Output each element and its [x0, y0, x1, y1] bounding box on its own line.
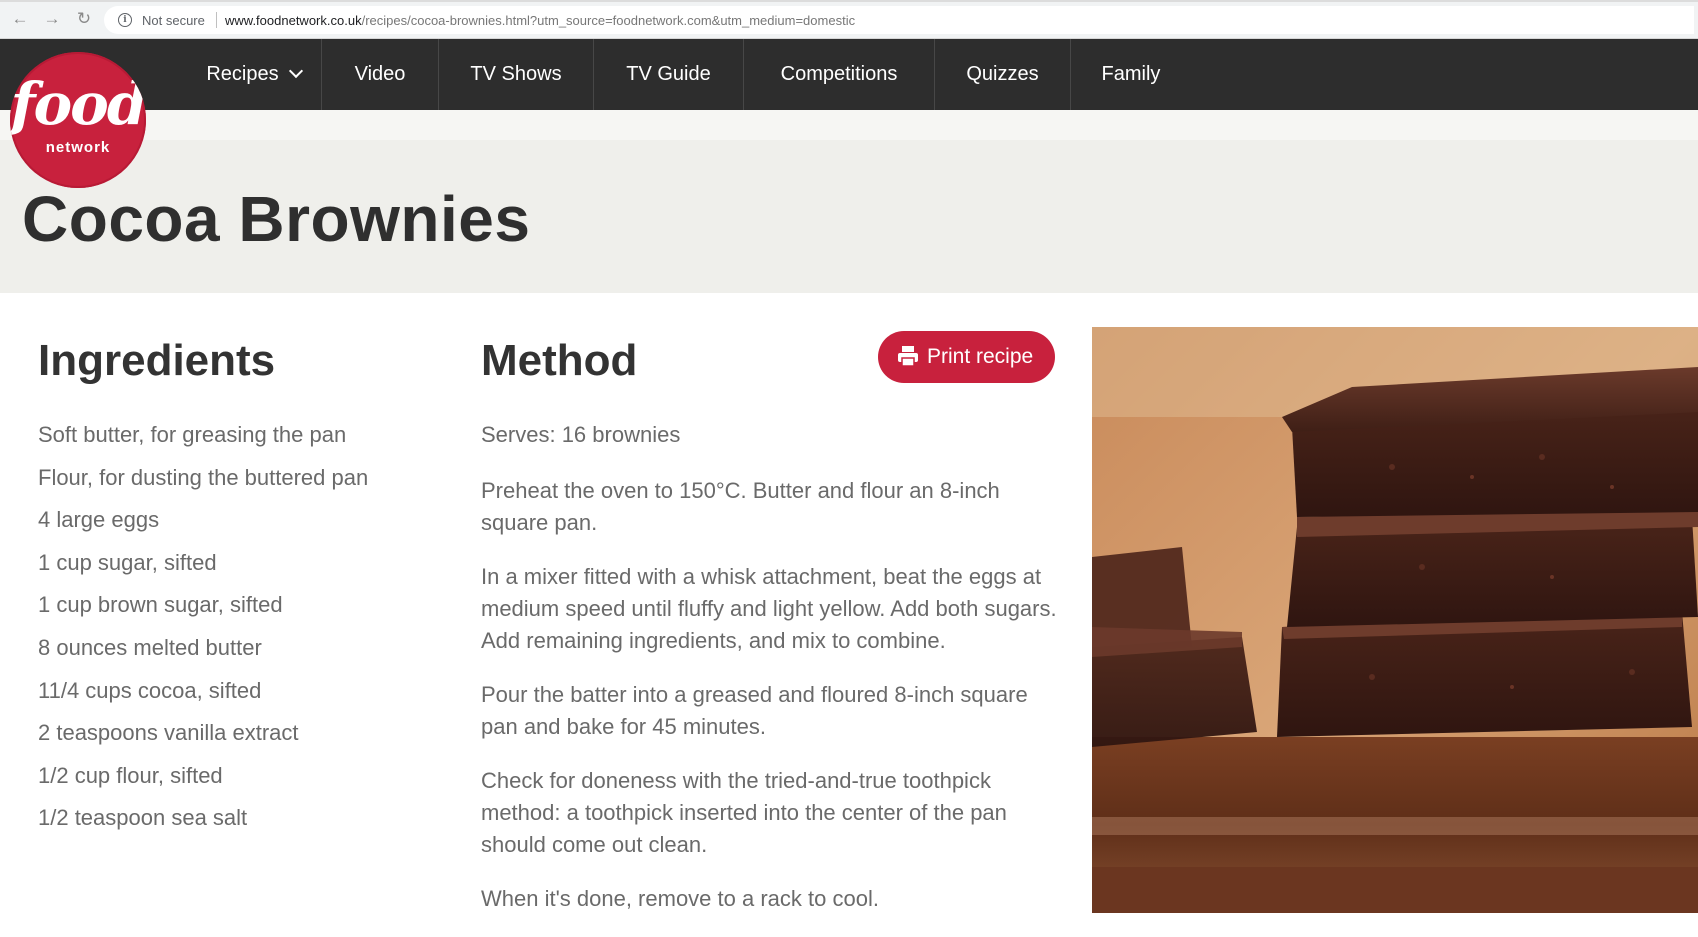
- nav-label: Recipes: [206, 63, 279, 85]
- ingredient-item: 1/2 cup flour, sifted: [38, 762, 223, 788]
- security-label: Not secure: [142, 13, 205, 28]
- brownies-photo: [1092, 327, 1698, 913]
- ingredient-item: 1/2 teaspoon sea salt: [38, 805, 248, 831]
- main-navigation: Recipes Video TV Shows TV Guide Competit…: [0, 39, 1698, 110]
- page-title: Cocoa Brownies: [22, 183, 531, 255]
- browser-toolbar: ← → ↻ i Not secure www.foodnetwork.co.uk…: [0, 0, 1698, 39]
- nav-item-tv-shows[interactable]: TV Shows: [439, 39, 593, 110]
- brownies-illustration: [1092, 327, 1698, 913]
- method-steps: Serves: 16 brownies Preheat the oven to …: [481, 421, 1061, 937]
- nav-item-tv-guide[interactable]: TV Guide: [594, 39, 743, 110]
- tab-strip-edge: [0, 0, 1698, 2]
- url-path: /recipes/cocoa-brownies.html?utm_source=…: [361, 13, 856, 28]
- method-step: Pour the batter into a greased and flour…: [481, 682, 1028, 739]
- reload-icon[interactable]: ↻: [73, 8, 95, 30]
- ingredients-list: Soft butter, for greasing the pan Flour,…: [38, 421, 368, 847]
- method-step: Check for doneness with the tried-and-tr…: [481, 768, 1007, 857]
- printer-icon: [898, 346, 918, 367]
- ingredient-item: Flour, for dusting the buttered pan: [38, 464, 369, 490]
- title-band-strip: [0, 110, 1698, 140]
- food-network-logo[interactable]: food network: [10, 52, 146, 188]
- logo-subtitle: network: [45, 139, 111, 156]
- method-step: Preheat the oven to 150°C. Butter and fl…: [481, 478, 1000, 535]
- method-step: In a mixer fitted with a whisk attachmen…: [481, 564, 1057, 653]
- ingredient-item: 4 large eggs: [38, 507, 160, 533]
- serves-text: Serves: 16 brownies: [481, 422, 681, 447]
- nav-item-recipes[interactable]: Recipes: [186, 39, 321, 110]
- url-separator: [216, 12, 217, 28]
- nav-item-competitions[interactable]: Competitions: [744, 39, 934, 110]
- ingredient-item: Soft butter, for greasing the pan: [38, 422, 347, 447]
- logo-wordmark: food: [10, 70, 146, 138]
- nav-item-video[interactable]: Video: [322, 39, 438, 110]
- url-text[interactable]: www.foodnetwork.co.uk/recipes/cocoa-brow…: [225, 13, 855, 28]
- nav-item-family[interactable]: Family: [1071, 39, 1191, 110]
- ingredient-item: 1 cup sugar, sifted: [38, 549, 217, 575]
- title-band: Cocoa Brownies: [0, 110, 1698, 293]
- forward-arrow-icon[interactable]: →: [41, 8, 63, 30]
- ingredient-item: 11/4 cups cocoa, sifted: [38, 677, 262, 703]
- ingredient-item: 1 cup brown sugar, sifted: [38, 592, 283, 618]
- method-heading: Method: [481, 336, 638, 385]
- print-recipe-label: Print recipe: [927, 345, 1034, 368]
- chevron-down-icon: [288, 63, 303, 79]
- method-step: When it's done, remove to a rack to cool…: [481, 886, 879, 911]
- info-icon[interactable]: i: [118, 13, 132, 27]
- print-recipe-button[interactable]: Print recipe: [878, 331, 1055, 383]
- nav-item-quizzes[interactable]: Quizzes: [935, 39, 1070, 110]
- ingredient-item: 8 ounces melted butter: [38, 634, 262, 660]
- ingredient-item: 2 teaspoons vanilla extract: [38, 720, 299, 746]
- url-host: www.foodnetwork.co.uk: [225, 13, 362, 28]
- ingredients-heading: Ingredients: [38, 336, 276, 385]
- back-arrow-icon[interactable]: ←: [9, 8, 31, 30]
- address-bar[interactable]: i Not secure www.foodnetwork.co.uk/recip…: [104, 6, 1694, 34]
